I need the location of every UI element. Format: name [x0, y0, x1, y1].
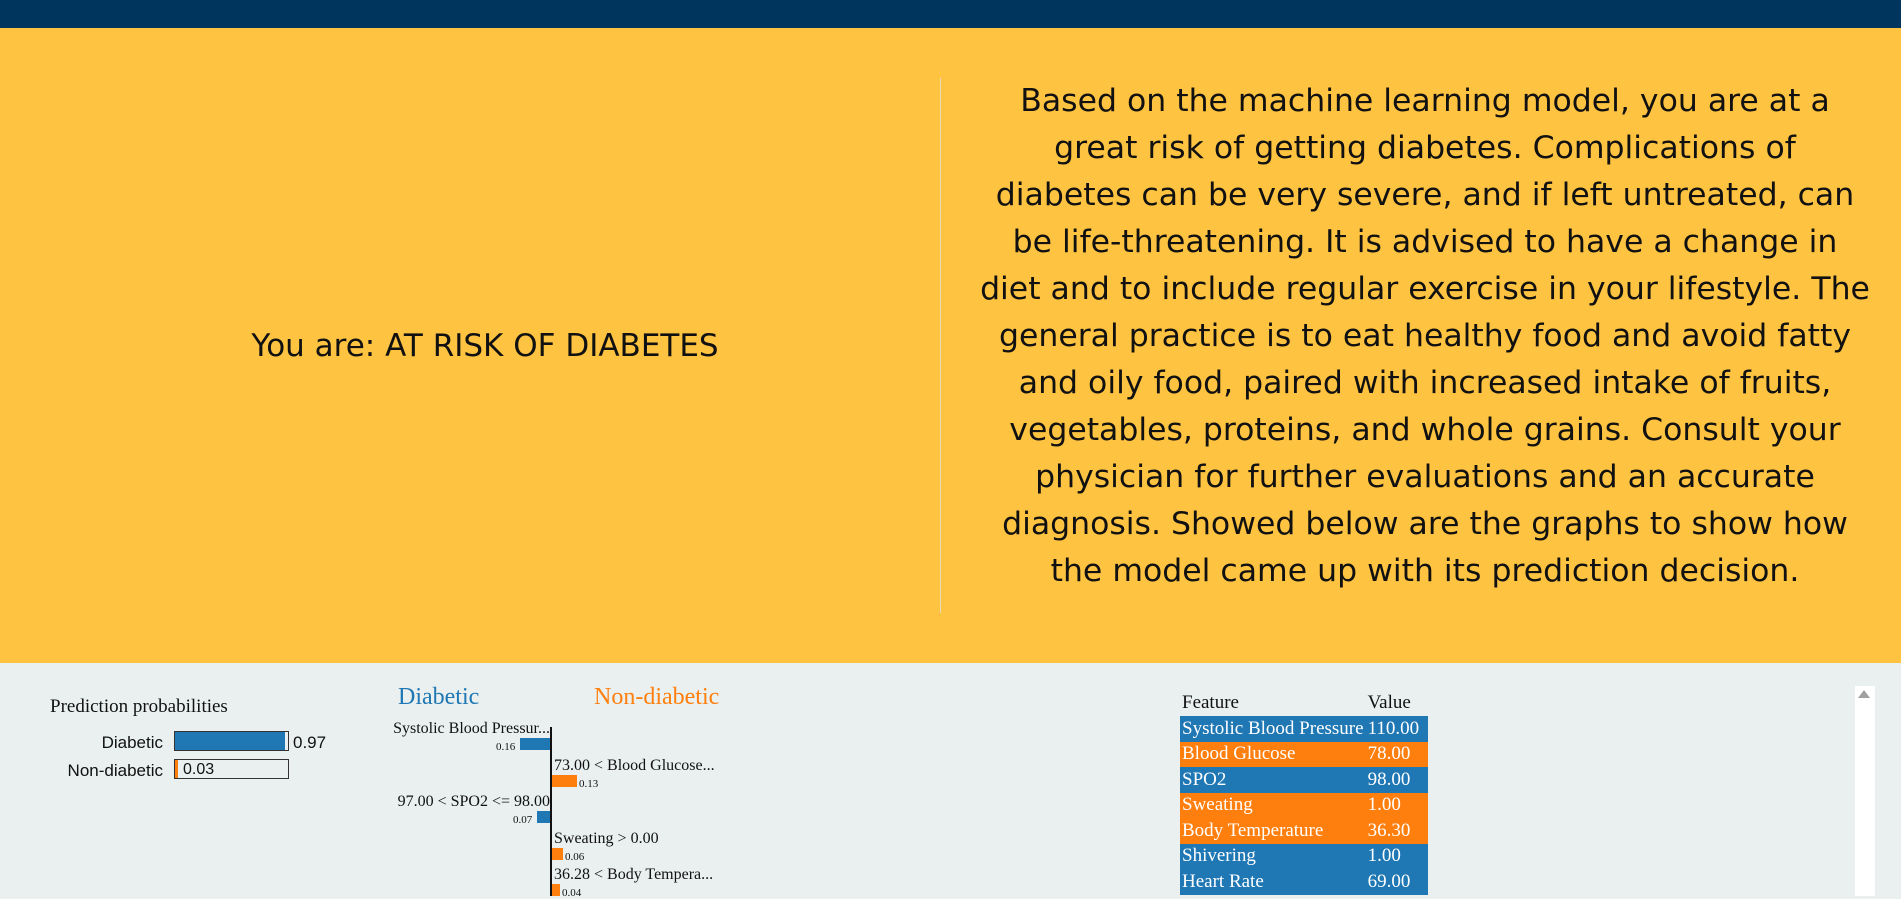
advice-line: general practice is to eat healthy food … — [999, 318, 1851, 354]
prob-bar-non-diabetic: 0.03 — [174, 759, 289, 779]
contribution-bar — [552, 884, 560, 896]
prob-bar-diabetic — [174, 731, 289, 751]
advice-line: the model came up with its prediction de… — [1050, 553, 1800, 589]
advice-line: diabetes can be very severe, and if left… — [995, 177, 1855, 213]
prob-value-diabetic: 0.97 — [293, 733, 327, 752]
prediction-probabilities-title: Prediction probabilities — [50, 696, 228, 717]
risk-status-text: You are: AT RISK OF DIABETES — [251, 327, 719, 364]
advice-line: and oily food, paired with increased int… — [1018, 365, 1832, 401]
advice-line: vegetables, proteins, and whole grains. … — [1009, 412, 1841, 448]
contribution-weight: 0.07 — [513, 814, 533, 826]
banner-divider — [940, 78, 941, 613]
heading-diabetic: Diabetic — [398, 684, 480, 710]
value-cell: 1.00 — [1365, 792, 1428, 818]
table-row: Sweating 1.00 — [1180, 792, 1428, 818]
top-navigation-bar — [0, 0, 1901, 28]
value-cell: 1.00 — [1365, 843, 1428, 869]
advice-line: physician for further evaluations and an… — [1035, 459, 1815, 495]
value-cell: 110.00 — [1365, 716, 1428, 742]
advice-line: be life-threatening. It is advised to ha… — [1012, 224, 1838, 260]
prob-label-diabetic: Diabetic — [101, 733, 163, 752]
header-feature: Feature — [1182, 692, 1239, 713]
header-value: Value — [1367, 692, 1411, 713]
advice-line: Based on the machine learning model, you… — [1020, 83, 1830, 119]
contribution-bar — [520, 738, 550, 750]
feature-cell: Sweating — [1180, 792, 1366, 818]
explanation-panel — [0, 663, 1901, 896]
contribution-bar — [537, 811, 550, 823]
prob-label-non-diabetic: Non-diabetic — [67, 761, 163, 780]
table-row: Shivering 1.00 — [1180, 843, 1428, 869]
table-row: SPO2 98.00 — [1180, 767, 1428, 793]
contribution-label: 97.00 < SPO2 <= 98.00 — [397, 793, 550, 810]
advice-paragraph: Based on the machine learning model, you… — [975, 78, 1875, 595]
table-row: Blood Glucose 78.00 — [1180, 741, 1428, 767]
contribution-weight: 0.13 — [579, 777, 599, 790]
feature-cell: Blood Glucose — [1180, 741, 1366, 767]
advice-line: diet and to include regular exercise in … — [980, 271, 1870, 307]
table-row: Body Temperature 36.30 — [1180, 818, 1428, 844]
table-row: Systolic Blood Pressure 110.00 — [1180, 716, 1428, 742]
scroll-up-arrow-icon[interactable] — [1858, 690, 1870, 698]
contribution-label: Sweating > 0.00 — [554, 829, 659, 847]
prob-fill-non-diabetic — [175, 760, 178, 778]
contribution-bar — [552, 847, 563, 860]
heading-non-diabetic: Non-diabetic — [594, 684, 720, 710]
prob-fill-diabetic — [175, 732, 285, 750]
contribution-label: Systolic Blood Pressur... — [393, 720, 550, 737]
feature-cell: Heart Rate — [1180, 869, 1366, 895]
table-row: Heart Rate 69.00 — [1180, 869, 1428, 895]
feature-cell: Shivering — [1180, 843, 1366, 869]
result-banner: You are: AT RISK OF DIABETES Based on th… — [0, 28, 1901, 663]
scrollbar[interactable] — [1855, 686, 1875, 896]
contribution-label: 36.28 < Body Tempera... — [554, 866, 714, 883]
prob-value-non-diabetic: 0.03 — [183, 761, 215, 778]
value-cell: 98.00 — [1365, 767, 1428, 793]
contribution-label: 73.00 < Blood Glucose... — [554, 756, 715, 774]
feature-cell: SPO2 — [1180, 767, 1366, 793]
table-header-row: Feature Value — [1180, 690, 1428, 716]
feature-cell: Systolic Blood Pressure — [1180, 716, 1366, 742]
advice-line: diagnosis. Showed below are the graphs t… — [1002, 506, 1848, 542]
advice-line: great risk of getting diabetes. Complica… — [1054, 130, 1796, 166]
contribution-weight: 0.04 — [562, 887, 582, 899]
feature-cell: Body Temperature — [1180, 818, 1366, 844]
contribution-weight: 0.16 — [496, 741, 516, 753]
contribution-bar — [552, 774, 577, 787]
value-cell: 78.00 — [1365, 741, 1428, 767]
value-cell: 36.30 — [1365, 818, 1428, 844]
contribution-axis — [550, 727, 552, 896]
feature-value-table: Feature Value Systolic Blood Pressure 110… — [1180, 690, 1428, 895]
contribution-weight: 0.06 — [565, 850, 585, 863]
value-cell: 69.00 — [1365, 869, 1428, 895]
